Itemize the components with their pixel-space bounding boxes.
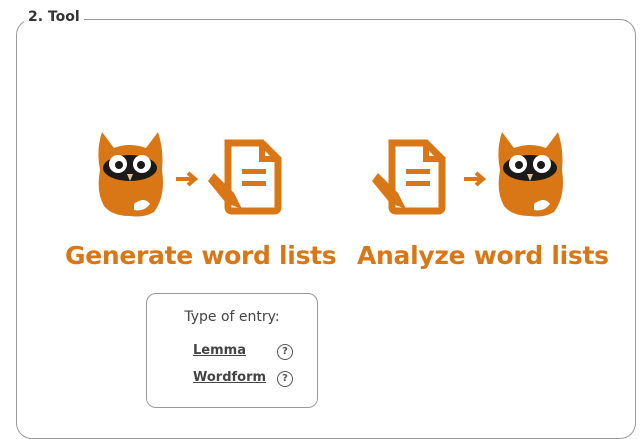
- tool-section: [16, 19, 636, 439]
- analyze-word-lists-link[interactable]: Analyze word lists: [357, 241, 609, 270]
- arrow-right-icon: [464, 171, 487, 187]
- generate-word-lists-link[interactable]: Generate word lists: [65, 241, 337, 270]
- arrow-right-icon: [176, 171, 199, 187]
- lemma-link[interactable]: Lemma: [193, 343, 246, 358]
- wordform-help-icon[interactable]: ?: [277, 371, 293, 387]
- owl-icon[interactable]: [94, 126, 166, 218]
- wordform-link[interactable]: Wordform: [193, 370, 266, 385]
- document-pen-icon[interactable]: [206, 135, 290, 219]
- document-pen-icon[interactable]: [370, 135, 454, 219]
- entry-type-panel: Type of entry: Lemma ? Wordform ?: [146, 293, 318, 408]
- lemma-help-icon[interactable]: ?: [277, 344, 293, 360]
- entry-type-title: Type of entry:: [184, 309, 280, 325]
- section-legend: 2. Tool: [24, 9, 84, 25]
- owl-icon[interactable]: [494, 126, 566, 218]
